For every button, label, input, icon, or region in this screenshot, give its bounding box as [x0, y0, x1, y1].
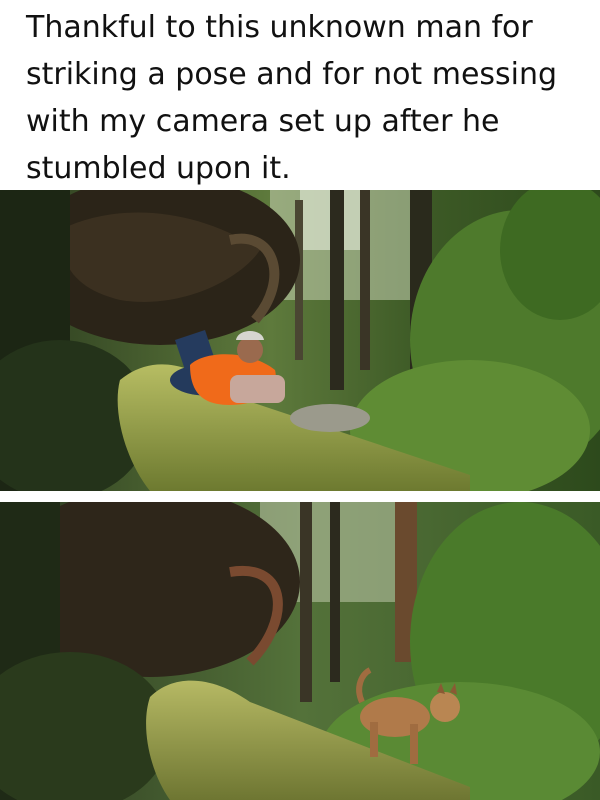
- forest-scene-man: [0, 190, 600, 491]
- post-caption: Thankful to this unknown man for strikin…: [26, 10, 558, 186]
- photo-man-on-log: [0, 190, 600, 491]
- forest-scene-bobcat: [0, 502, 600, 800]
- photo-bobcat-on-log: [0, 502, 600, 800]
